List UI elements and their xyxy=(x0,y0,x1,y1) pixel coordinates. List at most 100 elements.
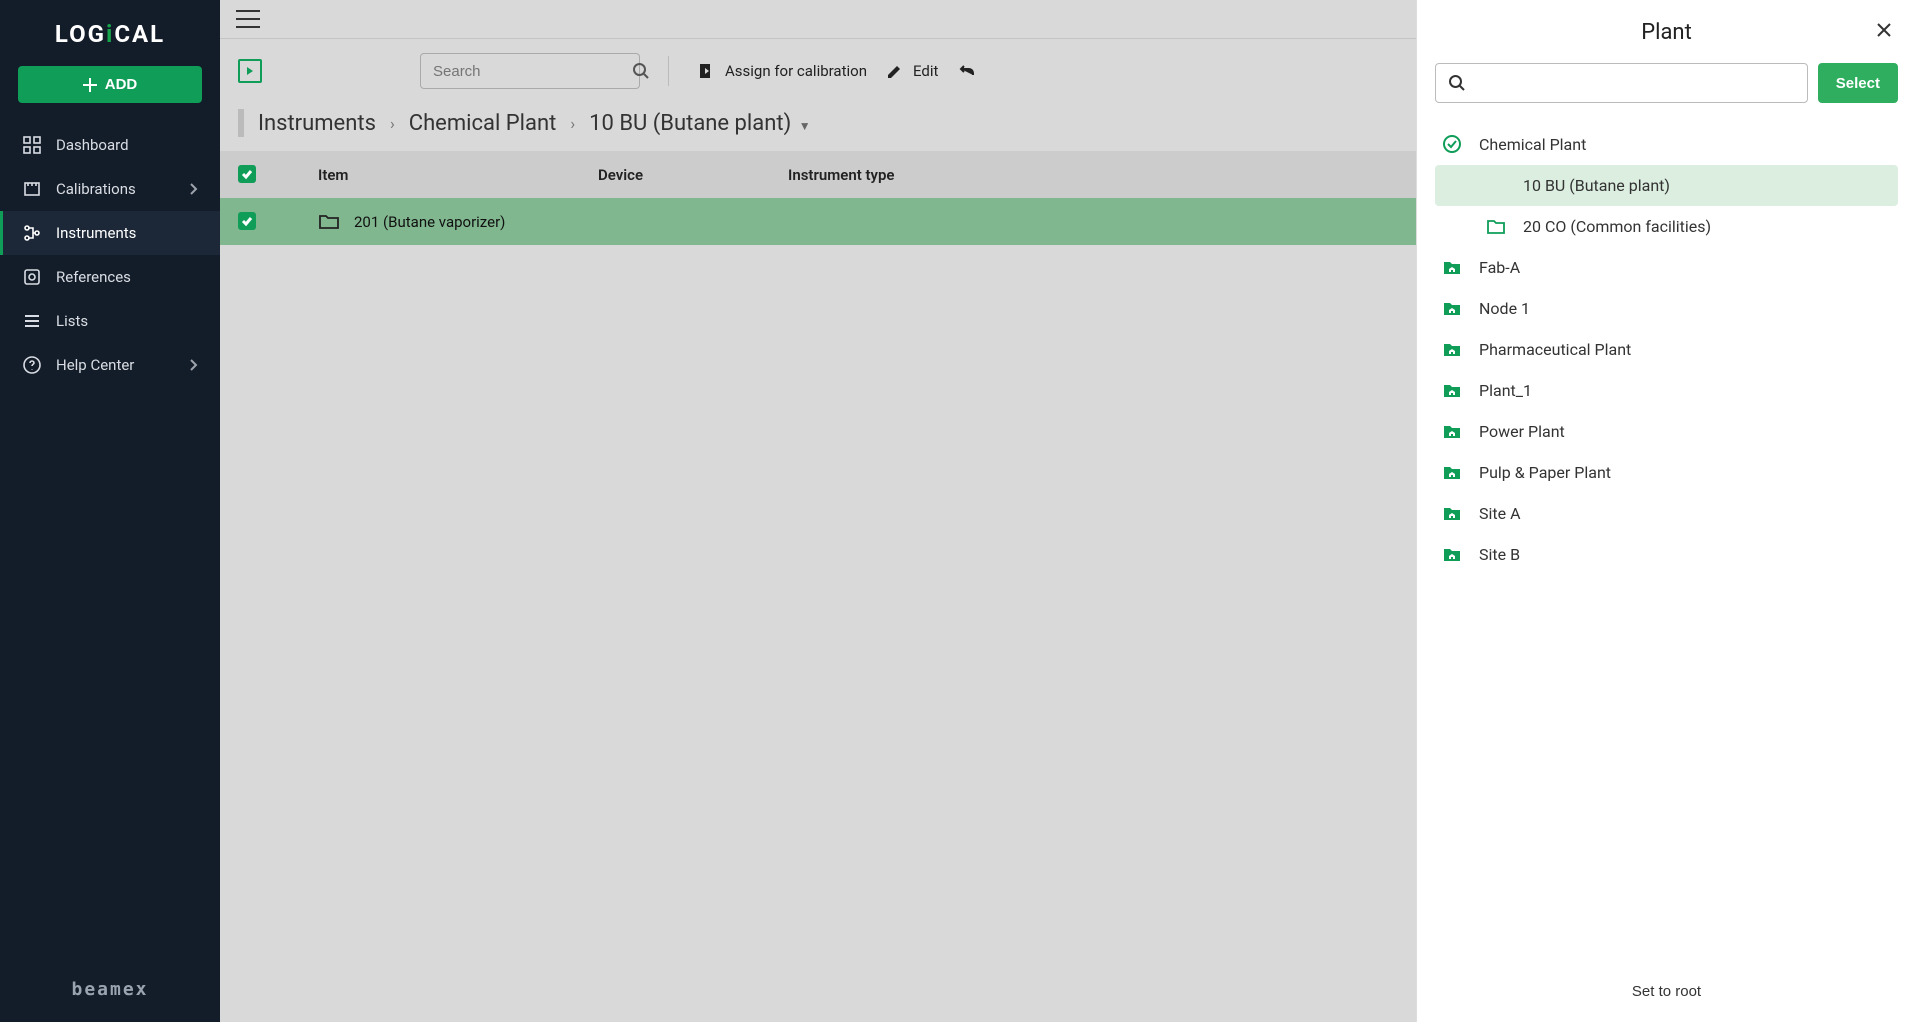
tree-item-label: Node 1 xyxy=(1479,299,1530,318)
tree-item-label: 20 CO (Common facilities) xyxy=(1523,217,1711,236)
panel-search-wrapper[interactable] xyxy=(1435,63,1808,103)
assign-label: Assign for calibration xyxy=(725,62,867,80)
home-folder-icon xyxy=(1441,260,1463,276)
tree-item[interactable]: Fab-A xyxy=(1435,247,1898,288)
row-checkbox[interactable] xyxy=(238,212,256,230)
home-folder-icon xyxy=(1441,383,1463,399)
nav-label: Dashboard xyxy=(56,136,129,154)
search-icon xyxy=(632,62,650,80)
col-type[interactable]: Instrument type xyxy=(788,166,1398,184)
tree-item-label: Chemical Plant xyxy=(1479,135,1586,154)
expand-panel-button[interactable] xyxy=(238,59,262,83)
lists-icon xyxy=(22,312,42,330)
plant-panel: Plant Select Chemical Plant 10 BU (Butane… xyxy=(1416,0,1916,1022)
tree-item[interactable]: Power Plant xyxy=(1435,411,1898,452)
panel-title: Plant xyxy=(1641,20,1692,45)
toolbar-separator xyxy=(668,56,669,86)
breadcrumb-sep: › xyxy=(390,114,395,133)
chevron-right-icon xyxy=(190,183,198,195)
check-circle-icon xyxy=(1441,134,1463,154)
nav-calibrations[interactable]: Calibrations xyxy=(0,167,220,211)
instruments-icon xyxy=(22,224,42,242)
calibration-icon xyxy=(22,180,42,198)
breadcrumb: Instruments › Chemical Plant › 10 BU (Bu… xyxy=(220,97,1416,151)
select-all-checkbox[interactable] xyxy=(238,165,256,183)
topbar xyxy=(220,0,1416,39)
search-icon xyxy=(1448,74,1466,92)
close-button[interactable] xyxy=(1874,20,1894,40)
plant-tree: Chemical Plant 10 BU (Butane plant) 20 CO … xyxy=(1417,117,1916,963)
toolbar: Assign for calibration Edit xyxy=(220,39,1416,97)
tree-item[interactable]: Chemical Plant xyxy=(1435,123,1898,165)
home-folder-icon xyxy=(1441,342,1463,358)
brand-footer: beamex xyxy=(0,963,220,1022)
col-device[interactable]: Device xyxy=(598,166,788,184)
logo: LOGiCAL xyxy=(0,0,220,66)
home-folder-icon xyxy=(1441,465,1463,481)
hamburger-icon[interactable] xyxy=(236,10,260,28)
references-icon xyxy=(22,268,42,286)
plus-icon xyxy=(83,78,97,92)
folder-icon xyxy=(318,213,340,231)
nav-help[interactable]: Help Center xyxy=(0,343,220,387)
tree-item[interactable]: Plant_1 xyxy=(1435,370,1898,411)
tree-item-label: Site B xyxy=(1479,545,1520,564)
breadcrumb-current-label: 10 BU (Butane plant) xyxy=(589,111,791,136)
breadcrumb-sep: › xyxy=(570,114,575,133)
folder-outline-icon xyxy=(1485,219,1507,235)
add-button-label: ADD xyxy=(105,76,138,93)
tree-item[interactable]: Site B xyxy=(1435,534,1898,575)
panel-search-input[interactable] xyxy=(1466,75,1795,92)
col-item[interactable]: Item xyxy=(298,166,598,184)
tree-item-label: Pulp & Paper Plant xyxy=(1479,463,1611,482)
tree-item-label: Power Plant xyxy=(1479,422,1565,441)
tree-item-label: Plant_1 xyxy=(1479,381,1532,400)
caret-down-icon: ▼ xyxy=(799,119,811,133)
panel-footer: Set to root xyxy=(1417,963,1916,1022)
add-button[interactable]: ADD xyxy=(18,66,202,103)
panel-search-row: Select xyxy=(1417,57,1916,117)
breadcrumb-plant[interactable]: Chemical Plant xyxy=(409,111,557,136)
edit-button[interactable]: Edit xyxy=(885,61,938,81)
home-folder-icon xyxy=(1441,547,1463,563)
table-row[interactable]: 201 (Butane vaporizer) xyxy=(220,198,1416,245)
chevron-right-icon xyxy=(190,359,198,371)
tree-item[interactable]: Node 1 xyxy=(1435,288,1898,329)
instruments-table: Item Device Instrument type 201 (Butane … xyxy=(220,151,1416,245)
tree-item[interactable]: Pharmaceutical Plant xyxy=(1435,329,1898,370)
nav-label: References xyxy=(56,268,131,286)
tree-item[interactable]: 10 BU (Butane plant) xyxy=(1435,165,1898,206)
dashboard-icon xyxy=(22,136,42,154)
assign-calibration-button[interactable]: Assign for calibration xyxy=(697,61,867,81)
undo-button[interactable] xyxy=(956,61,976,81)
breadcrumb-instruments[interactable]: Instruments xyxy=(258,111,376,136)
main: Assign for calibration Edit Instruments … xyxy=(220,0,1416,1022)
nav: Dashboard Calibrations Instruments Refer… xyxy=(0,123,220,963)
set-to-root-button[interactable]: Set to root xyxy=(1632,983,1701,1000)
tree-item-label: 10 BU (Butane plant) xyxy=(1523,176,1670,195)
nav-instruments[interactable]: Instruments xyxy=(0,211,220,255)
nav-references[interactable]: References xyxy=(0,255,220,299)
sidebar: LOGiCAL ADD Dashboard Calibrations Instr… xyxy=(0,0,220,1022)
nav-label: Lists xyxy=(56,312,88,330)
search-input-wrapper[interactable] xyxy=(420,53,640,89)
tree-item[interactable]: Pulp & Paper Plant xyxy=(1435,452,1898,493)
nav-lists[interactable]: Lists xyxy=(0,299,220,343)
tree-item-label: Pharmaceutical Plant xyxy=(1479,340,1631,359)
table-header: Item Device Instrument type xyxy=(220,151,1416,198)
home-folder-icon xyxy=(1441,506,1463,522)
home-folder-icon xyxy=(1441,424,1463,440)
tree-item[interactable]: 20 CO (Common facilities) xyxy=(1435,206,1898,247)
breadcrumb-bar xyxy=(238,109,244,137)
brand-text: beamex xyxy=(71,979,148,1000)
select-button[interactable]: Select xyxy=(1818,63,1898,103)
search-input[interactable] xyxy=(433,63,632,80)
panel-header: Plant xyxy=(1417,0,1916,57)
edit-label: Edit xyxy=(913,62,938,80)
home-folder-icon xyxy=(1441,301,1463,317)
breadcrumb-current[interactable]: 10 BU (Butane plant) ▼ xyxy=(589,111,810,136)
tree-item[interactable]: Site A xyxy=(1435,493,1898,534)
nav-label: Help Center xyxy=(56,356,134,374)
nav-label: Calibrations xyxy=(56,180,136,198)
nav-dashboard[interactable]: Dashboard xyxy=(0,123,220,167)
